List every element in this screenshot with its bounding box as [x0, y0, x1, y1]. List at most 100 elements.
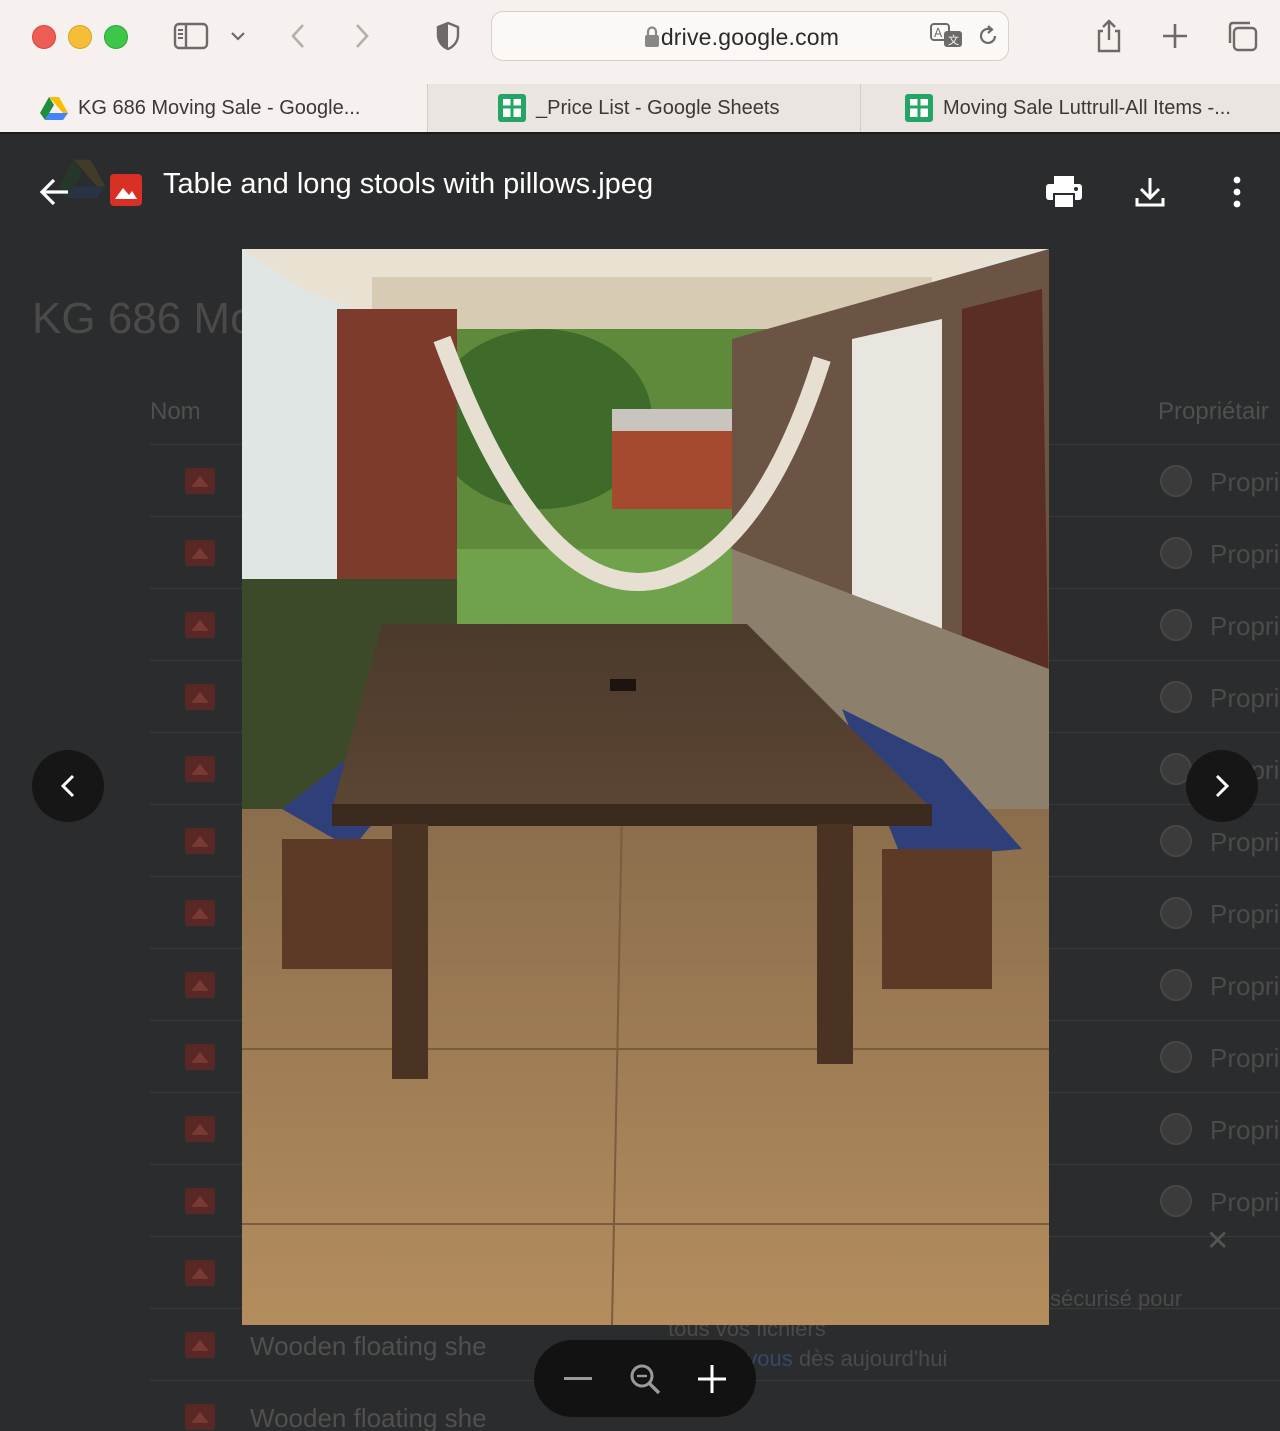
- back-button[interactable]: [30, 168, 78, 216]
- file-owner: Propri: [1210, 971, 1280, 1001]
- file-name: Wooden floating she: [250, 1331, 487, 1361]
- file-owner: Propri: [1210, 539, 1280, 569]
- owner-avatar-icon: [1160, 1113, 1192, 1145]
- image-file-icon: [185, 1116, 215, 1142]
- image-file-icon: [185, 1332, 215, 1358]
- previous-file-button[interactable]: [32, 750, 104, 822]
- owner-avatar-icon: [1160, 1185, 1192, 1217]
- plus-icon: [1163, 24, 1187, 48]
- google-sheets-icon: [905, 94, 933, 122]
- image-file-icon: [185, 1260, 215, 1286]
- tab-overview-button[interactable]: [1222, 14, 1262, 58]
- chevron-right-icon: [1215, 774, 1230, 798]
- svg-text:文: 文: [948, 33, 959, 47]
- image-file-icon: [185, 828, 215, 854]
- owner-avatar-icon: [1160, 465, 1192, 497]
- tab-overview-icon: [1228, 21, 1258, 52]
- chevron-left-icon: [291, 24, 304, 48]
- minimize-window-button[interactable]: [68, 25, 92, 49]
- image-file-icon: [185, 900, 215, 926]
- tab-label: Moving Sale Luttrull-All Items -...: [943, 96, 1231, 119]
- zoom-reset-button[interactable]: [617, 1351, 673, 1407]
- owner-avatar-icon: [1160, 897, 1192, 929]
- column-header-owner: Propriétair: [1158, 398, 1269, 425]
- print-button[interactable]: [1040, 168, 1088, 216]
- image-preview[interactable]: [242, 249, 1049, 1325]
- tab-label: _Price List - Google Sheets: [536, 96, 780, 119]
- tab-group-dropdown[interactable]: [226, 14, 250, 58]
- address-bar[interactable]: drive.google.com A文: [491, 11, 1009, 61]
- owner-avatar-icon: [1160, 969, 1192, 1001]
- translate-icon: A文: [930, 23, 962, 47]
- browser-toolbar: drive.google.com A文: [0, 0, 1280, 85]
- file-owner: Propri: [1210, 1115, 1280, 1145]
- owner-avatar-icon: [1160, 681, 1192, 713]
- arrow-back-icon: [39, 178, 68, 206]
- image-file-icon: [185, 972, 215, 998]
- tab-drive[interactable]: KG 686 Moving Sale - Google...: [0, 84, 427, 132]
- more-options-button[interactable]: [1214, 168, 1260, 216]
- close-window-button[interactable]: [32, 25, 56, 49]
- folder-title: KG 686 Mo: [32, 294, 255, 343]
- chevron-down-icon: [231, 32, 245, 41]
- column-header-name: Nom: [150, 398, 201, 425]
- file-name: Wooden floating she: [250, 1403, 487, 1431]
- owner-avatar-icon: [1160, 537, 1192, 569]
- minus-icon: [563, 1376, 592, 1380]
- magnifier-icon: [630, 1364, 661, 1394]
- share-icon: [1097, 19, 1121, 53]
- file-title: Table and long stools with pillows.jpeg: [163, 168, 654, 200]
- tab-label: KG 686 Moving Sale - Google...: [78, 96, 361, 119]
- file-owner: Propri: [1210, 1043, 1280, 1073]
- svg-text:A: A: [934, 26, 943, 40]
- image-file-icon: [185, 540, 215, 566]
- tab-bar: KG 686 Moving Sale - Google... _Price Li…: [0, 84, 1280, 134]
- print-icon: [1046, 176, 1082, 209]
- image-file-icon: [185, 1188, 215, 1214]
- owner-avatar-icon: [1160, 609, 1192, 641]
- image-file-icon: [185, 468, 215, 494]
- google-drive-icon: [40, 94, 68, 122]
- more-vert-icon: [1233, 176, 1241, 208]
- download-icon: [1135, 178, 1165, 207]
- file-owner: Propri: [1210, 899, 1280, 929]
- privacy-report-button[interactable]: [430, 14, 466, 58]
- photo-patio-table-icon: [242, 249, 1049, 1325]
- file-owner: Propri: [1210, 1187, 1280, 1217]
- reload-icon: [979, 25, 997, 45]
- image-file-icon: [185, 1404, 215, 1430]
- new-tab-button[interactable]: [1156, 14, 1194, 58]
- zoom-controls: [534, 1340, 756, 1417]
- image-file-icon: [185, 1044, 215, 1070]
- file-owner: Propri: [1210, 611, 1280, 641]
- file-owner: Propri: [1210, 467, 1280, 497]
- image-file-icon: [185, 684, 215, 710]
- owner-avatar-icon: [1160, 825, 1192, 857]
- zoom-out-button[interactable]: [550, 1351, 606, 1407]
- forward-button[interactable]: [346, 14, 378, 58]
- close-icon[interactable]: ✕: [1206, 1224, 1229, 1257]
- plus-icon: [698, 1364, 727, 1393]
- download-button[interactable]: [1126, 168, 1174, 216]
- image-file-icon: [185, 612, 215, 638]
- image-file-icon: [185, 756, 215, 782]
- reload-button[interactable]: [976, 24, 1000, 53]
- translate-button[interactable]: A文: [930, 23, 964, 54]
- zoom-window-button[interactable]: [104, 25, 128, 49]
- zoom-in-button[interactable]: [684, 1351, 740, 1407]
- owner-avatar-icon: [1160, 1041, 1192, 1073]
- sidebar-toggle-button[interactable]: [170, 14, 212, 58]
- google-sheets-icon: [498, 94, 526, 122]
- image-file-icon: [110, 174, 142, 206]
- next-file-button[interactable]: [1186, 750, 1258, 822]
- chevron-left-icon: [60, 774, 75, 798]
- file-owner: Propri: [1210, 827, 1280, 857]
- shield-icon: [436, 21, 460, 51]
- tab-moving-sale-items[interactable]: Moving Sale Luttrull-All Items -...: [861, 84, 1280, 132]
- file-owner: Propri: [1210, 683, 1280, 713]
- chevron-right-icon: [356, 24, 369, 48]
- sidebar-icon: [173, 22, 209, 50]
- share-button[interactable]: [1090, 14, 1128, 58]
- back-button[interactable]: [282, 14, 314, 58]
- tab-price-list[interactable]: _Price List - Google Sheets: [428, 84, 860, 132]
